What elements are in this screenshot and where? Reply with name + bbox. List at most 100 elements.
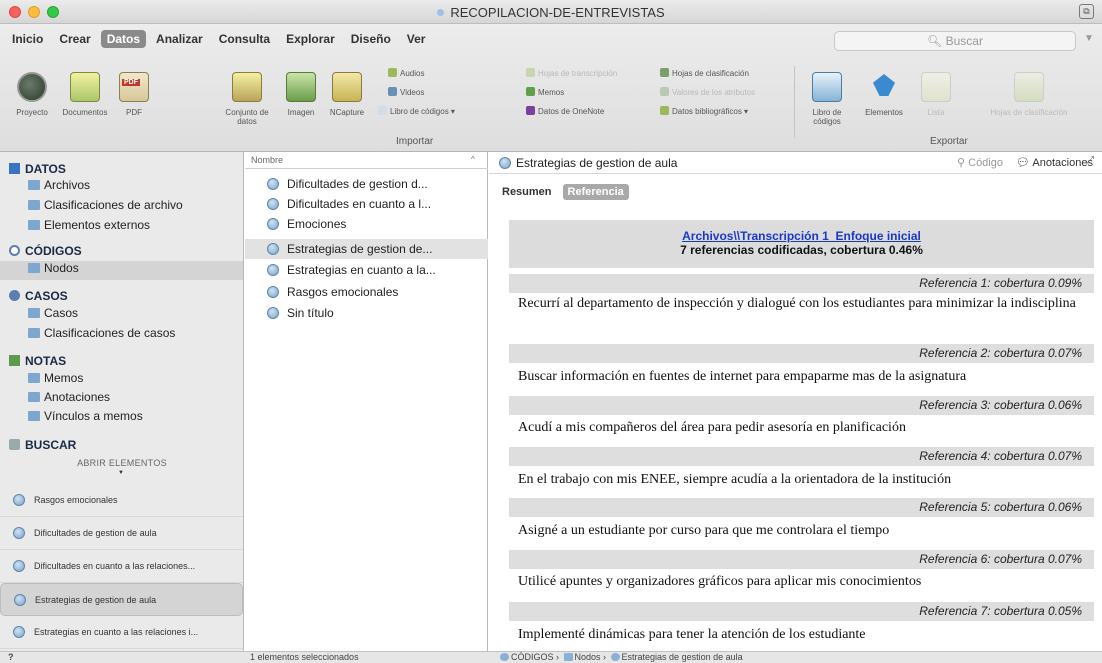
node-icon [13, 560, 25, 572]
list-item[interactable]: Emociones [245, 214, 488, 234]
nav-item-casos[interactable]: Casos [28, 306, 78, 320]
audios-button[interactable]: Audios [388, 68, 424, 78]
nav-section-codigos[interactable]: CÓDIGOS [9, 244, 82, 258]
list-item[interactable]: Estrategias en cuanto a la... [245, 260, 488, 280]
reference-text[interactable]: Utilicé apuntes y organizadores gráficos… [518, 572, 1088, 591]
tab-explorar[interactable]: Explorar [280, 30, 341, 48]
open-item-dificultades-gestion[interactable]: Dificultades de gestion de aula [0, 517, 243, 550]
nav-item-memos[interactable]: Memos [28, 371, 83, 385]
list-item[interactable]: Sin título [245, 303, 488, 323]
node-icon [267, 307, 279, 319]
search-dropdown-icon[interactable]: ▼ [1084, 33, 1094, 44]
open-item-rasgos-emocionales[interactable]: Rasgos emocionales [0, 484, 243, 517]
abrir-elementos-header[interactable]: ABRIR ELEMENTOS [0, 458, 244, 468]
nav-section-notas[interactable]: NOTAS [9, 354, 66, 368]
nav-section-datos[interactable]: DATOS [9, 162, 66, 176]
nav-item-clasificaciones-archivo[interactable]: Clasificaciones de archivo [28, 198, 183, 212]
nav-item-elementos-externos[interactable]: Elementos externos [28, 218, 150, 232]
valores-atributos-button[interactable]: Valores de los atributos [660, 87, 755, 97]
reference-label: Referencia 6: cobertura 0.07% [509, 550, 1094, 569]
folder-icon [28, 180, 40, 190]
nav-section-casos[interactable]: CASOS [9, 289, 68, 303]
open-item-dificultades-relaciones[interactable]: Dificultades en cuanto a las relaciones.… [0, 550, 243, 583]
reference-text[interactable]: Implementé dinámicas para tener la atenc… [518, 625, 1088, 644]
tab-datos[interactable]: Datos [100, 30, 147, 48]
breadcrumb-nodos[interactable]: Nodos [575, 652, 601, 662]
lista-export-button[interactable]: Lista [916, 72, 956, 117]
open-item-estrategias-gestion[interactable]: Estrategias de gestion de aula [0, 583, 243, 616]
audio-icon [388, 68, 397, 77]
source-file-link[interactable]: Archivos\\Transcripción 1_Enfoque inicia… [509, 229, 1094, 243]
tab-consulta[interactable]: Consulta [213, 30, 276, 48]
pdf-button[interactable]: PDF [114, 72, 154, 117]
search-input[interactable]: 🔍︎ Buscar [834, 31, 1076, 51]
breadcrumb-codigos[interactable]: CÓDIGOS [511, 652, 554, 662]
expand-icon[interactable]: ⤢ [1086, 155, 1094, 166]
help-icon[interactable]: ? [8, 652, 14, 662]
nav-section-notas-title: NOTAS [25, 354, 67, 368]
nav-item-nodos[interactable]: Nodos [0, 261, 243, 280]
tab-diseno[interactable]: Diseño [345, 30, 397, 48]
hojas-clasificacion-export-button[interactable]: Hojas de clasificación [962, 72, 1096, 117]
hojas-transcripcion-label: Hojas de transcripción [538, 69, 618, 78]
anotaciones-button[interactable]: 💬︎ Anotaciones [1016, 156, 1093, 169]
nav-item-anotaciones[interactable]: Anotaciones [28, 390, 110, 404]
tab-analizar[interactable]: Analizar [150, 30, 209, 48]
folder-icon [28, 411, 40, 421]
libro-codigos-import-button[interactable]: Libro de códigos ▾ [378, 106, 455, 116]
tab-ver[interactable]: Ver [401, 30, 432, 48]
breadcrumb-node[interactable]: Estrategias de gestion de aula [622, 652, 743, 662]
reference-text[interactable]: Asigné a un estudiante por curso para qu… [518, 521, 1088, 540]
codigos-icon [9, 245, 20, 256]
imagen-button[interactable]: Imagen [282, 72, 320, 117]
nav-section-casos-title: CASOS [25, 289, 68, 303]
list-item[interactable]: Dificultades en cuanto a l... [245, 194, 488, 214]
elementos-export-button[interactable]: Elementos [862, 72, 906, 117]
codigo-button[interactable]: ⚲ Código [957, 156, 1003, 169]
reference-text[interactable]: Recurrí al departamento de inspección y … [518, 294, 1088, 313]
conjunto-datos-button[interactable]: Conjunto de datos [216, 72, 278, 126]
tab-inicio[interactable]: Inicio [6, 30, 49, 48]
tab-resumen[interactable]: Resumen [497, 184, 557, 200]
list-item[interactable]: Rasgos emocionales [245, 282, 488, 302]
tab-crear[interactable]: Crear [53, 30, 96, 48]
conjunto-label: Conjunto de datos [225, 108, 269, 126]
documentos-button[interactable]: Documentos [60, 72, 110, 117]
folder-icon [28, 308, 40, 318]
folder-icon [28, 392, 40, 402]
classification-export-icon [1014, 72, 1044, 102]
nav-item-clasificaciones-casos[interactable]: Clasificaciones de casos [28, 326, 175, 340]
nav-item-vinculos-memos[interactable]: Vínculos a memos [28, 409, 143, 423]
node-icon [267, 178, 279, 190]
datos-bibliograficos-button[interactable]: Datos bibliográficos ▾ [660, 106, 748, 116]
list-item[interactable]: Estrategias de gestion de... [245, 239, 488, 259]
nav-item-label: Vínculos a memos [44, 409, 143, 423]
detail-tabs: Resumen Referencia [497, 184, 629, 200]
anotaciones-label: Anotaciones [1032, 157, 1093, 169]
tab-referencia[interactable]: Referencia [562, 184, 629, 200]
column-header-nombre[interactable]: Nombre ^ [245, 152, 488, 169]
proyecto-button[interactable]: Proyecto [12, 72, 52, 117]
nav-item-label: Casos [44, 306, 79, 320]
pdf-label: PDF [126, 108, 142, 117]
ncapture-button[interactable]: NCapture [324, 72, 370, 117]
hojas-transcripcion-button[interactable]: Hojas de transcripción [526, 68, 617, 78]
nav-item-label: Anotaciones [44, 390, 111, 404]
nav-item-label: Clasificaciones de casos [44, 326, 176, 340]
memos-import-button[interactable]: Memos [526, 87, 564, 97]
libro-codigos-export-button[interactable]: Libro de códigos [800, 72, 854, 126]
casos-icon [9, 290, 20, 301]
nav-item-archivos[interactable]: Archivos [28, 178, 90, 192]
reference-text[interactable]: Acudí a mis compañeros del área para ped… [518, 418, 1088, 437]
fullscreen-icon[interactable]: ⧉ [1079, 4, 1094, 19]
videos-button[interactable]: Videos [388, 87, 424, 97]
reference-text[interactable]: Buscar información en fuentes de interne… [518, 367, 1088, 386]
nav-section-buscar[interactable]: BUSCAR [9, 438, 76, 452]
onenote-icon [526, 106, 535, 115]
reference-text[interactable]: En el trabajo con mis ENEE, siempre acud… [518, 470, 1088, 489]
open-item-estrategias-relaciones[interactable]: Estrategias en cuanto a las relaciones i… [0, 616, 243, 649]
onenote-button[interactable]: Datos de OneNote [526, 106, 604, 116]
list-item[interactable]: Dificultades de gestion d... [245, 174, 488, 194]
node-icon [267, 243, 279, 255]
hojas-clasificacion-button[interactable]: Hojas de clasificación [660, 68, 749, 78]
